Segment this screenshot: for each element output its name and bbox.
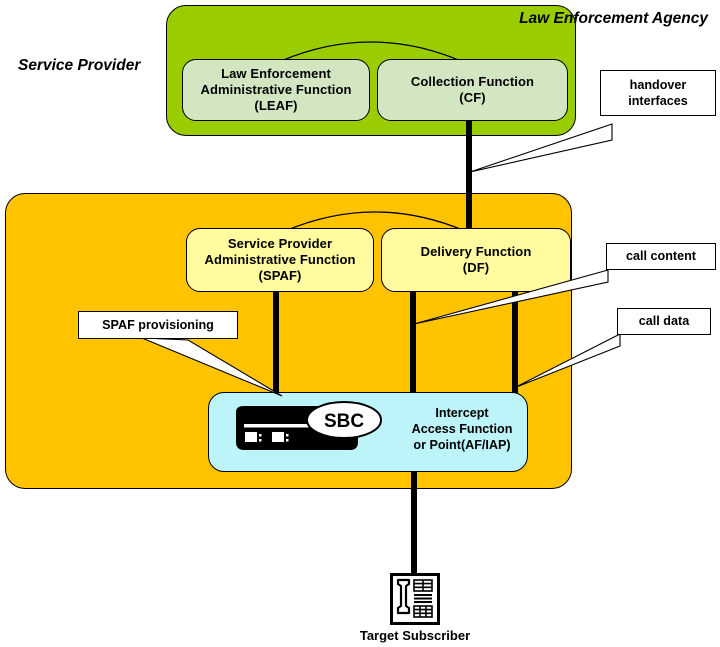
callout-handover-text: handover interfaces xyxy=(628,77,688,108)
leaf-box[interactable]: Law Enforcement Administrative Function … xyxy=(182,59,370,121)
spaf-box[interactable]: Service Provider Administrative Function… xyxy=(186,228,374,292)
callout-call-data-text: call data xyxy=(638,314,690,329)
callout-call-content-text: call content xyxy=(626,249,696,264)
spaf-provisioning-callout-leader xyxy=(141,337,283,397)
callout-call-content[interactable]: call content xyxy=(606,243,716,270)
target-subscriber-label: Target Subscriber xyxy=(359,628,471,643)
connector-iaf-to-subscriber xyxy=(411,469,417,576)
sbc-server-icon: SBC xyxy=(236,401,382,450)
callout-spaf-provisioning[interactable]: SPAF provisioning xyxy=(78,311,238,339)
call-data-callout-leader xyxy=(513,333,621,389)
sbc-badge-text: SBC xyxy=(324,411,364,432)
callout-spaf-provisioning-text: SPAF provisioning xyxy=(102,317,214,332)
spaf-box-label: Service Provider Administrative Function… xyxy=(204,236,356,283)
call-content-callout-leader xyxy=(413,269,609,325)
service-provider-title: Service Provider xyxy=(18,57,141,74)
telephone-icon xyxy=(390,573,440,625)
leaf-box-label: Law Enforcement Administrative Function … xyxy=(200,66,352,113)
intercept-access-function-label: Intercept Access Function or Point(AF/IA… xyxy=(411,406,513,453)
diagram-canvas: Law Enforcement Agency Law Enforcement A… xyxy=(0,0,720,647)
callout-call-data[interactable]: call data xyxy=(617,308,711,335)
collection-function-label: Collection Function (CF) xyxy=(410,74,535,105)
handover-callout-leader xyxy=(469,123,613,172)
callout-handover-interfaces[interactable]: handover interfaces xyxy=(600,70,716,116)
